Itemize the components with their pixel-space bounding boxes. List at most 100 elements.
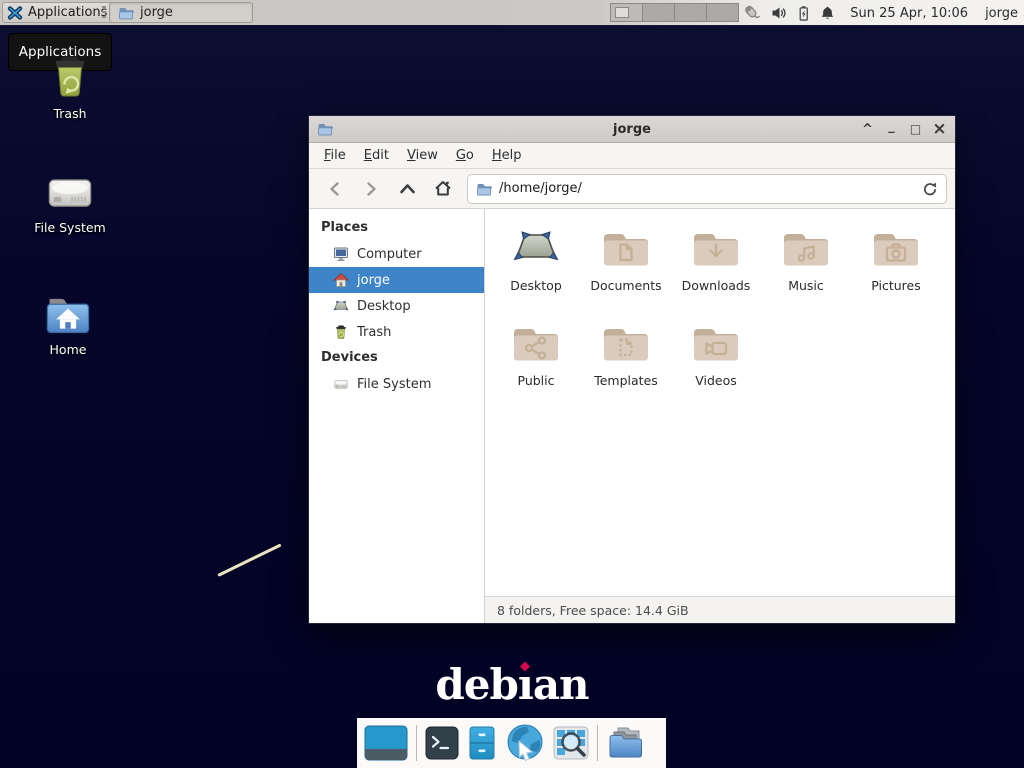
desktop-icon [512, 223, 560, 271]
app-finder-icon [553, 726, 589, 760]
menu-go[interactable]: Go [447, 143, 483, 168]
status-bar: 8 folders, Free space: 14.4 GiB [485, 596, 955, 623]
web-browser-launcher[interactable] [505, 723, 545, 763]
path-text[interactable]: /home/jorge/ [499, 181, 915, 196]
desktop-scribble-line [217, 543, 281, 576]
downloads-folder-icon [692, 223, 740, 271]
places-header: Places [309, 215, 484, 241]
desktop-icon-label: Trash [53, 106, 86, 121]
desktop-icon-file-system[interactable]: File System [22, 170, 118, 235]
sidebar-item-trash[interactable]: Trash [309, 319, 484, 345]
home-icon [434, 180, 452, 197]
sidebar-item-jorge[interactable]: jorge [309, 267, 484, 293]
sidebar-item-computer[interactable]: Computer [309, 241, 484, 267]
file-manager-window: jorge ^ _ □ × File Edit View Go Help [308, 115, 956, 624]
workspace-pager[interactable] [610, 3, 738, 22]
toolbar: /home/jorge/ [309, 169, 955, 209]
directory-folder-icon [606, 726, 646, 760]
trash-icon [46, 52, 94, 100]
panel-separator-handle [102, 6, 106, 20]
taskbar-window-button[interactable]: jorge [109, 2, 253, 23]
location-bar[interactable]: /home/jorge/ [467, 174, 947, 204]
folder-view[interactable]: Desktop Documents Downloads [485, 209, 955, 596]
sidebar-item-file-system[interactable]: File System [309, 371, 484, 397]
show-desktop-button[interactable] [364, 725, 408, 761]
show-desktop-icon [364, 725, 408, 761]
file-manager-launcher[interactable] [467, 726, 497, 760]
desktop-icon [333, 299, 349, 313]
templates-folder-icon [602, 318, 650, 366]
volume-icon[interactable] [771, 5, 787, 21]
folder-item-public[interactable]: Public [491, 318, 581, 413]
workspace-2[interactable] [642, 3, 675, 22]
panel-clock[interactable]: Sun 25 Apr, 10:06 [850, 6, 968, 21]
window-titlebar[interactable]: jorge ^ _ □ × [309, 116, 955, 143]
workspace-4[interactable] [706, 3, 739, 22]
folder-item-downloads[interactable]: Downloads [671, 223, 761, 318]
folder-item-documents[interactable]: Documents [581, 223, 671, 318]
home-folder-icon [42, 292, 94, 336]
desktop-icon-home[interactable]: Home [20, 292, 116, 357]
up-button[interactable] [395, 177, 419, 201]
forward-chevron-icon [363, 181, 379, 197]
debian-logo: debıan [0, 660, 1024, 709]
workspace-3[interactable] [674, 3, 707, 22]
terminal-icon [425, 726, 459, 760]
folder-item-desktop[interactable]: Desktop [491, 223, 581, 318]
menu-help[interactable]: Help [483, 143, 531, 168]
system-tray: Sun 25 Apr, 10:06 jorge [742, 0, 1018, 26]
hard-drive-icon [44, 170, 96, 214]
hard-drive-icon [333, 377, 349, 391]
pointer-device-icon[interactable] [742, 4, 762, 22]
up-chevron-icon [399, 181, 416, 197]
devices-header: Devices [309, 345, 484, 371]
path-folder-icon [476, 181, 492, 197]
minimize-button[interactable]: _ [884, 113, 899, 140]
desktop-icon-label: Home [50, 342, 87, 357]
applications-menu-button[interactable]: Applications [2, 2, 115, 23]
home-button[interactable] [431, 177, 455, 201]
top-panel: Applications jorge Sun 25 Apr, 10:06 jor… [0, 0, 1024, 26]
file-cabinet-icon [467, 726, 497, 760]
documents-folder-icon [602, 223, 650, 271]
folder-item-templates[interactable]: Templates [581, 318, 671, 413]
menu-edit[interactable]: Edit [355, 143, 398, 168]
menu-view[interactable]: View [398, 143, 447, 168]
folder-item-pictures[interactable]: Pictures [851, 223, 941, 318]
globe-browser-icon [505, 723, 545, 763]
places-sidebar: Places Computer jorge Desktop Trash Devi… [309, 209, 485, 623]
dock-separator [597, 725, 598, 761]
terminal-launcher[interactable] [425, 726, 459, 760]
pictures-folder-icon [872, 223, 920, 271]
menu-bar: File Edit View Go Help [309, 143, 955, 169]
desktop-icon-trash[interactable]: Trash [22, 52, 118, 121]
computer-icon [333, 246, 349, 262]
back-chevron-icon [327, 181, 343, 197]
status-text: 8 folders, Free space: 14.4 GiB [497, 603, 689, 618]
menu-file[interactable]: File [315, 143, 355, 168]
maximize-button[interactable]: □ [908, 116, 923, 143]
folder-item-music[interactable]: Music [761, 223, 851, 318]
forward-button[interactable] [359, 177, 383, 201]
sidebar-item-desktop[interactable]: Desktop [309, 293, 484, 319]
directory-menu-button[interactable] [606, 726, 646, 760]
shade-button[interactable]: ^ [860, 116, 875, 143]
taskbar-window-label: jorge [140, 5, 173, 20]
desktop-icon-label: File System [34, 220, 106, 235]
trash-icon [333, 324, 349, 340]
reload-icon[interactable] [922, 181, 938, 197]
public-folder-icon [512, 318, 560, 366]
videos-folder-icon [692, 318, 740, 366]
back-button[interactable] [323, 177, 347, 201]
window-title: jorge [309, 122, 955, 137]
workspace-1[interactable] [610, 3, 643, 22]
applications-menu-label: Applications [28, 5, 107, 20]
dock-separator [416, 725, 417, 761]
battery-icon[interactable] [796, 5, 811, 22]
home-house-icon [333, 272, 349, 288]
folder-item-videos[interactable]: Videos [671, 318, 761, 413]
app-finder-launcher[interactable] [553, 726, 589, 760]
notifications-bell-icon[interactable] [820, 5, 835, 21]
close-button[interactable]: × [932, 116, 947, 143]
panel-user-menu[interactable]: jorge [985, 6, 1018, 21]
